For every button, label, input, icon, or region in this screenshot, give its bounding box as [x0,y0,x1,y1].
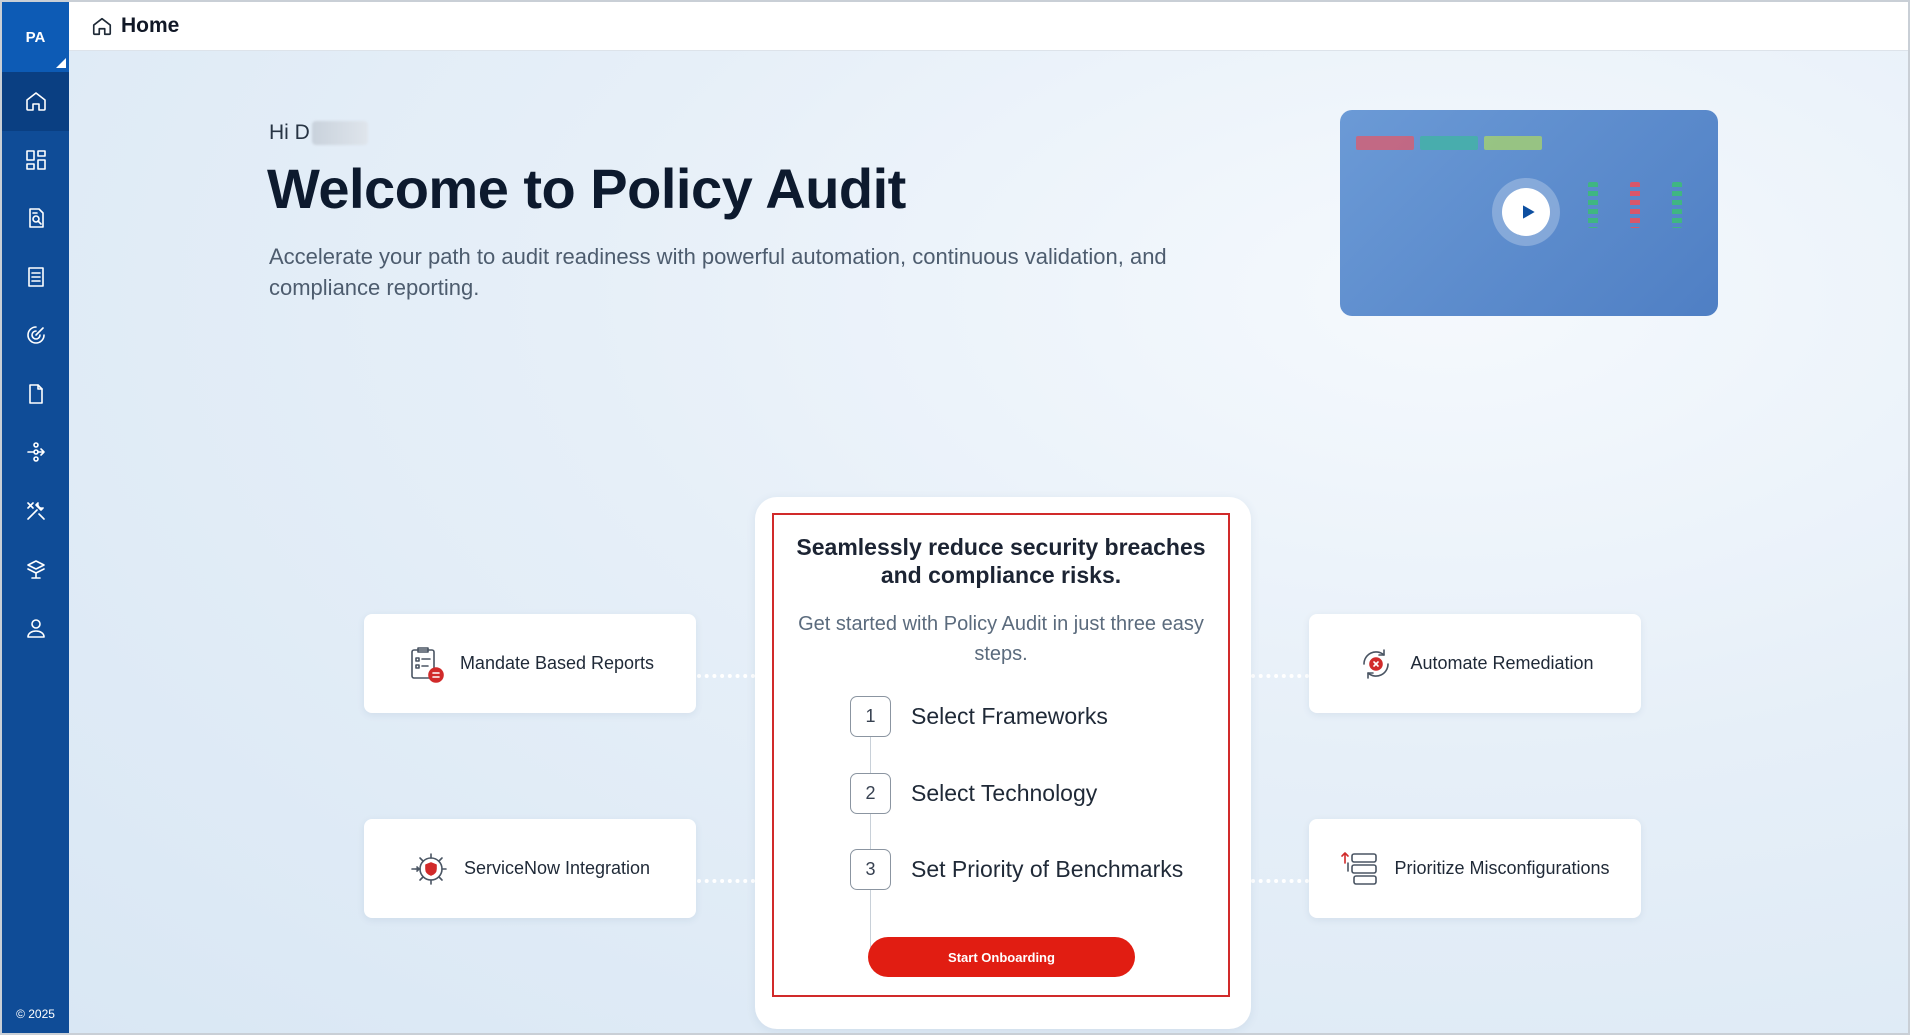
feature-card-servicenow[interactable]: ServiceNow Integration [364,819,696,918]
feature-label: ServiceNow Integration [463,858,651,878]
connector-line [1251,879,1309,883]
remediation-cycle-icon [1363,648,1390,679]
sidebar-item-reports[interactable] [2,189,69,248]
feature-card-mandate-reports[interactable]: Mandate Based Reports [364,614,696,713]
sidebar-item-scans[interactable] [2,306,69,365]
dashboard-icon [25,149,46,170]
sidebar-item-users[interactable] [2,599,69,658]
copyright-text: © 2025 [16,1007,55,1021]
video-bar [1484,136,1542,150]
sidebar-item-assets[interactable] [2,540,69,599]
video-column [1630,182,1640,228]
sidebar-item-integrations[interactable] [2,423,69,482]
feature-card-automate-remediation[interactable]: Automate Remediation [1309,614,1641,713]
redacted-name [311,121,368,146]
connector-line [697,674,755,678]
report-search-icon [28,208,44,229]
greeting-text: Hi D [269,121,310,144]
greeting: Hi D [269,121,368,146]
play-icon [1522,205,1535,219]
step-number: 3 [850,848,891,890]
layers-icon [26,560,45,580]
video-bar [1356,136,1414,150]
step-select-frameworks: 1 Select Frameworks [850,695,1108,737]
steps-connector [870,716,871,951]
onboarding-title: Seamlessly reduce security breaches and … [796,534,1206,588]
home-icon [25,92,46,112]
play-button[interactable] [1502,188,1550,236]
step-number: 1 [850,695,891,737]
main-content: Hi D Welcome to Policy Audit Accelerate … [69,51,1908,1033]
corner-marker-icon [56,58,66,68]
feature-label: Mandate Based Reports [459,653,655,673]
user-icon [26,618,45,638]
onboarding-panel: Seamlessly reduce security breaches and … [755,497,1251,1029]
onboarding-subtitle: Get started with Policy Audit in just th… [798,613,1204,665]
priority-stack-icon [1341,851,1378,885]
step-number: 2 [850,772,891,814]
page-title: Home [121,14,180,37]
sidebar-item-home[interactable] [2,72,69,131]
tools-icon [26,501,45,520]
feature-card-prioritize-misconfigurations[interactable]: Prioritize Misconfigurations [1309,819,1641,918]
sidebar-item-policies[interactable] [2,248,69,307]
step-label: Select Frameworks [911,702,1108,729]
gear-shield-icon [411,852,447,885]
video-bar [1420,136,1478,150]
home-icon [92,17,112,36]
start-onboarding-button[interactable]: Start Onboarding [868,937,1135,977]
connections-icon [26,442,45,463]
step-select-technology: 2 Select Technology [850,772,1097,814]
step-label: Set Priority of Benchmarks [911,855,1184,882]
sidebar-item-tools[interactable] [2,482,69,541]
document-list-icon [27,266,44,287]
video-column [1672,182,1682,228]
step-label: Select Technology [911,779,1098,806]
hero-subtitle: Accelerate your path to audit readiness … [269,244,1167,300]
app-badge[interactable]: PA [2,2,69,72]
radar-icon [26,326,45,345]
intro-video-thumbnail[interactable] [1340,110,1718,316]
onboarding-highlight: Seamlessly reduce security breaches and … [772,513,1230,997]
connector-line [1251,674,1309,678]
feature-label: Prioritize Misconfigurations [1394,858,1610,878]
connector-line [697,879,755,883]
sidebar-item-dashboard[interactable] [2,131,69,190]
file-icon [28,383,43,404]
step-set-priority: 3 Set Priority of Benchmarks [850,848,1183,890]
sidebar: PA © 2025 [2,2,69,1033]
sidebar-nav [2,72,69,657]
report-checklist-icon [411,646,444,683]
welcome-heading: Welcome to Policy Audit [267,157,906,220]
sidebar-item-documents[interactable] [2,365,69,424]
top-bar: Home [69,2,1908,51]
video-column [1588,182,1598,228]
feature-label: Automate Remediation [1410,653,1594,673]
app-badge-label: PA [25,28,46,46]
